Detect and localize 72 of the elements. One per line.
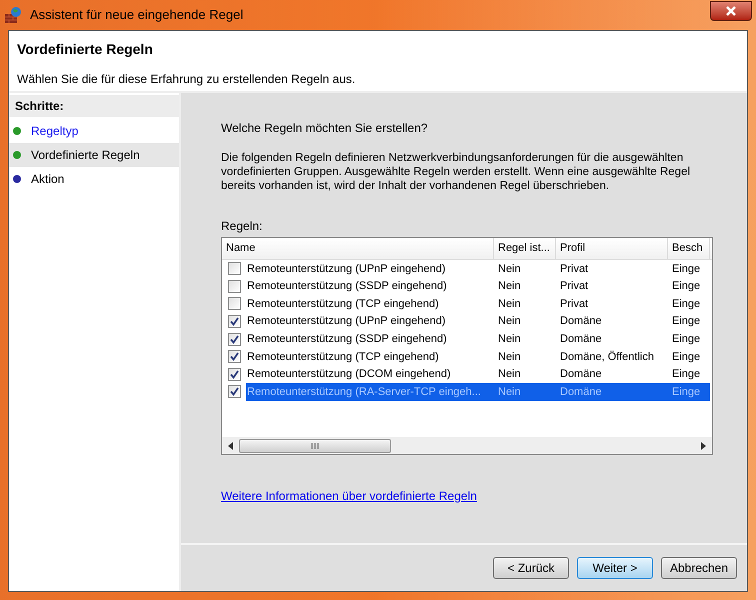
table-cell-text: Nein (497, 262, 522, 277)
close-icon (726, 6, 736, 16)
table-cell-text: Domäne (559, 384, 603, 400)
wizard-button[interactable]: Weiter > (577, 557, 653, 579)
rule-row[interactable]: Remoteunterstützung (SSDP eingehend) Nein Privat Einge (246, 278, 710, 296)
table-cell-text: Remoteunterstützung (TCP eingehend) (246, 350, 440, 365)
steps-heading: Schritte: (9, 95, 179, 117)
rule-row[interactable]: Remoteunterstützung (UPnP eingehend) Nein Domäne Einge (246, 312, 710, 330)
page-subtitle: Wählen Sie die für diese Erfahrung zu erstellenden Regeln aus. (17, 71, 356, 88)
checkbox[interactable] (228, 385, 240, 398)
description-text: Die folgenden Regeln definieren Netzwerkverbindungsanforderungen für die ausgewählten vordefinierten Gruppen. Ausgewählte Regeln werden erstellt. Wenn eine ausgewählte Regel bereits vorhanden ist, wird der Inhalt der vorhandenen Regel überschrieben. (221, 151, 692, 193)
table-cell-text: Nein (497, 314, 522, 330)
checkbox[interactable] (228, 350, 240, 364)
rule-row[interactable]: Remoteunterstützung (DCOM eingehend) Nein Domäne Einge (246, 366, 710, 384)
column-header[interactable]: Name (222, 238, 494, 259)
checkbox[interactable] (228, 332, 240, 346)
table-cell-text: Nein (497, 279, 522, 294)
table-cell-text: Nein (497, 350, 522, 365)
step-item[interactable]: Vordefinierte Regeln (9, 143, 179, 167)
table-cell-text: Domäne (559, 332, 603, 347)
window-title: Assistent für neue eingehende Regel (30, 6, 244, 24)
table-cell-text: Privat (559, 279, 590, 294)
table-cell-text: Einge (671, 296, 702, 312)
table-cell-text: Einge (671, 314, 702, 330)
page-title: Vordefinierte Regeln (17, 40, 154, 59)
column-header[interactable]: Besch (668, 238, 710, 259)
checkbox[interactable] (228, 262, 240, 276)
table-cell-text: Remoteunterstützung (DCOM eingehend) (246, 367, 452, 382)
table-cell-text: Remoteunterstützung (SSDP eingehend) (246, 279, 448, 294)
rule-row[interactable]: Remoteunterstützung (UPnP eingehend) Nein Privat Einge (246, 260, 710, 278)
horizontal-scrollbar[interactable] (222, 437, 712, 454)
rule-row[interactable]: Remoteunterstützung (SSDP eingehend) Nein Domäne Einge (246, 330, 710, 348)
table-cell-text: Remoteunterstützung (TCP eingehend) (246, 296, 440, 312)
scroll-left-icon (228, 442, 233, 450)
table-cell-text: Domäne (559, 367, 603, 382)
table-cell-text: Nein (497, 384, 522, 400)
table-cell-text: Einge (671, 262, 702, 277)
firewall-icon (4, 6, 22, 24)
rule-row[interactable]: Remoteunterstützung (TCP eingehend) Nein Domäne, Öffentlich Einge (246, 348, 710, 366)
scrollbar-thumb[interactable] (239, 438, 391, 452)
column-header[interactable]: Profil (556, 238, 668, 259)
scroll-right-icon (701, 442, 706, 450)
wizard-button[interactable]: < Zurück (493, 557, 569, 579)
table-cell-text: Remoteunterstützung (RA-Server-TCP eingeh... (246, 384, 482, 400)
table-cell-text: Domäne (559, 314, 603, 330)
column-header[interactable]: Regel ist... (494, 238, 556, 259)
question-text: Welche Regeln möchten Sie erstellen? (221, 120, 429, 137)
table-cell-text: Privat (559, 296, 590, 312)
table-cell-text: Nein (497, 367, 522, 382)
table-cell-text: Domäne, Öffentlich (559, 350, 655, 365)
step-item[interactable]: Aktion (9, 167, 179, 191)
table-cell-text: Remoteunterstützung (SSDP eingehend) (246, 332, 448, 347)
table-cell-text: Remoteunterstützung (UPnP eingehend) (246, 262, 447, 277)
table-cell-text: Privat (559, 262, 590, 277)
checkbox[interactable] (228, 297, 240, 310)
checkbox[interactable] (228, 368, 240, 381)
table-cell-text: Nein (497, 332, 522, 347)
more-info-link[interactable]: Weitere Informationen über vordefinierte Regeln (221, 487, 477, 505)
rules-label: Regeln: (221, 218, 264, 235)
table-cell-text: Nein (497, 296, 522, 312)
table-cell-text: Einge (671, 367, 702, 382)
table-cell-text: Einge (671, 384, 702, 400)
checkbox[interactable] (228, 280, 240, 293)
table-cell-text: Remoteunterstützung (UPnP eingehend) (246, 314, 447, 330)
wizard-button[interactable]: Abbrechen (661, 557, 737, 579)
table-cell-text: Einge (671, 332, 702, 347)
table-cell-text: Einge (671, 279, 702, 294)
rule-row[interactable]: Remoteunterstützung (TCP eingehend) Nein Privat Einge (246, 295, 710, 313)
checkbox[interactable] (228, 315, 240, 328)
table-cell-text: Einge (671, 350, 702, 365)
step-item[interactable]: Regeltyp (9, 119, 179, 143)
close-button[interactable] (710, 1, 752, 21)
